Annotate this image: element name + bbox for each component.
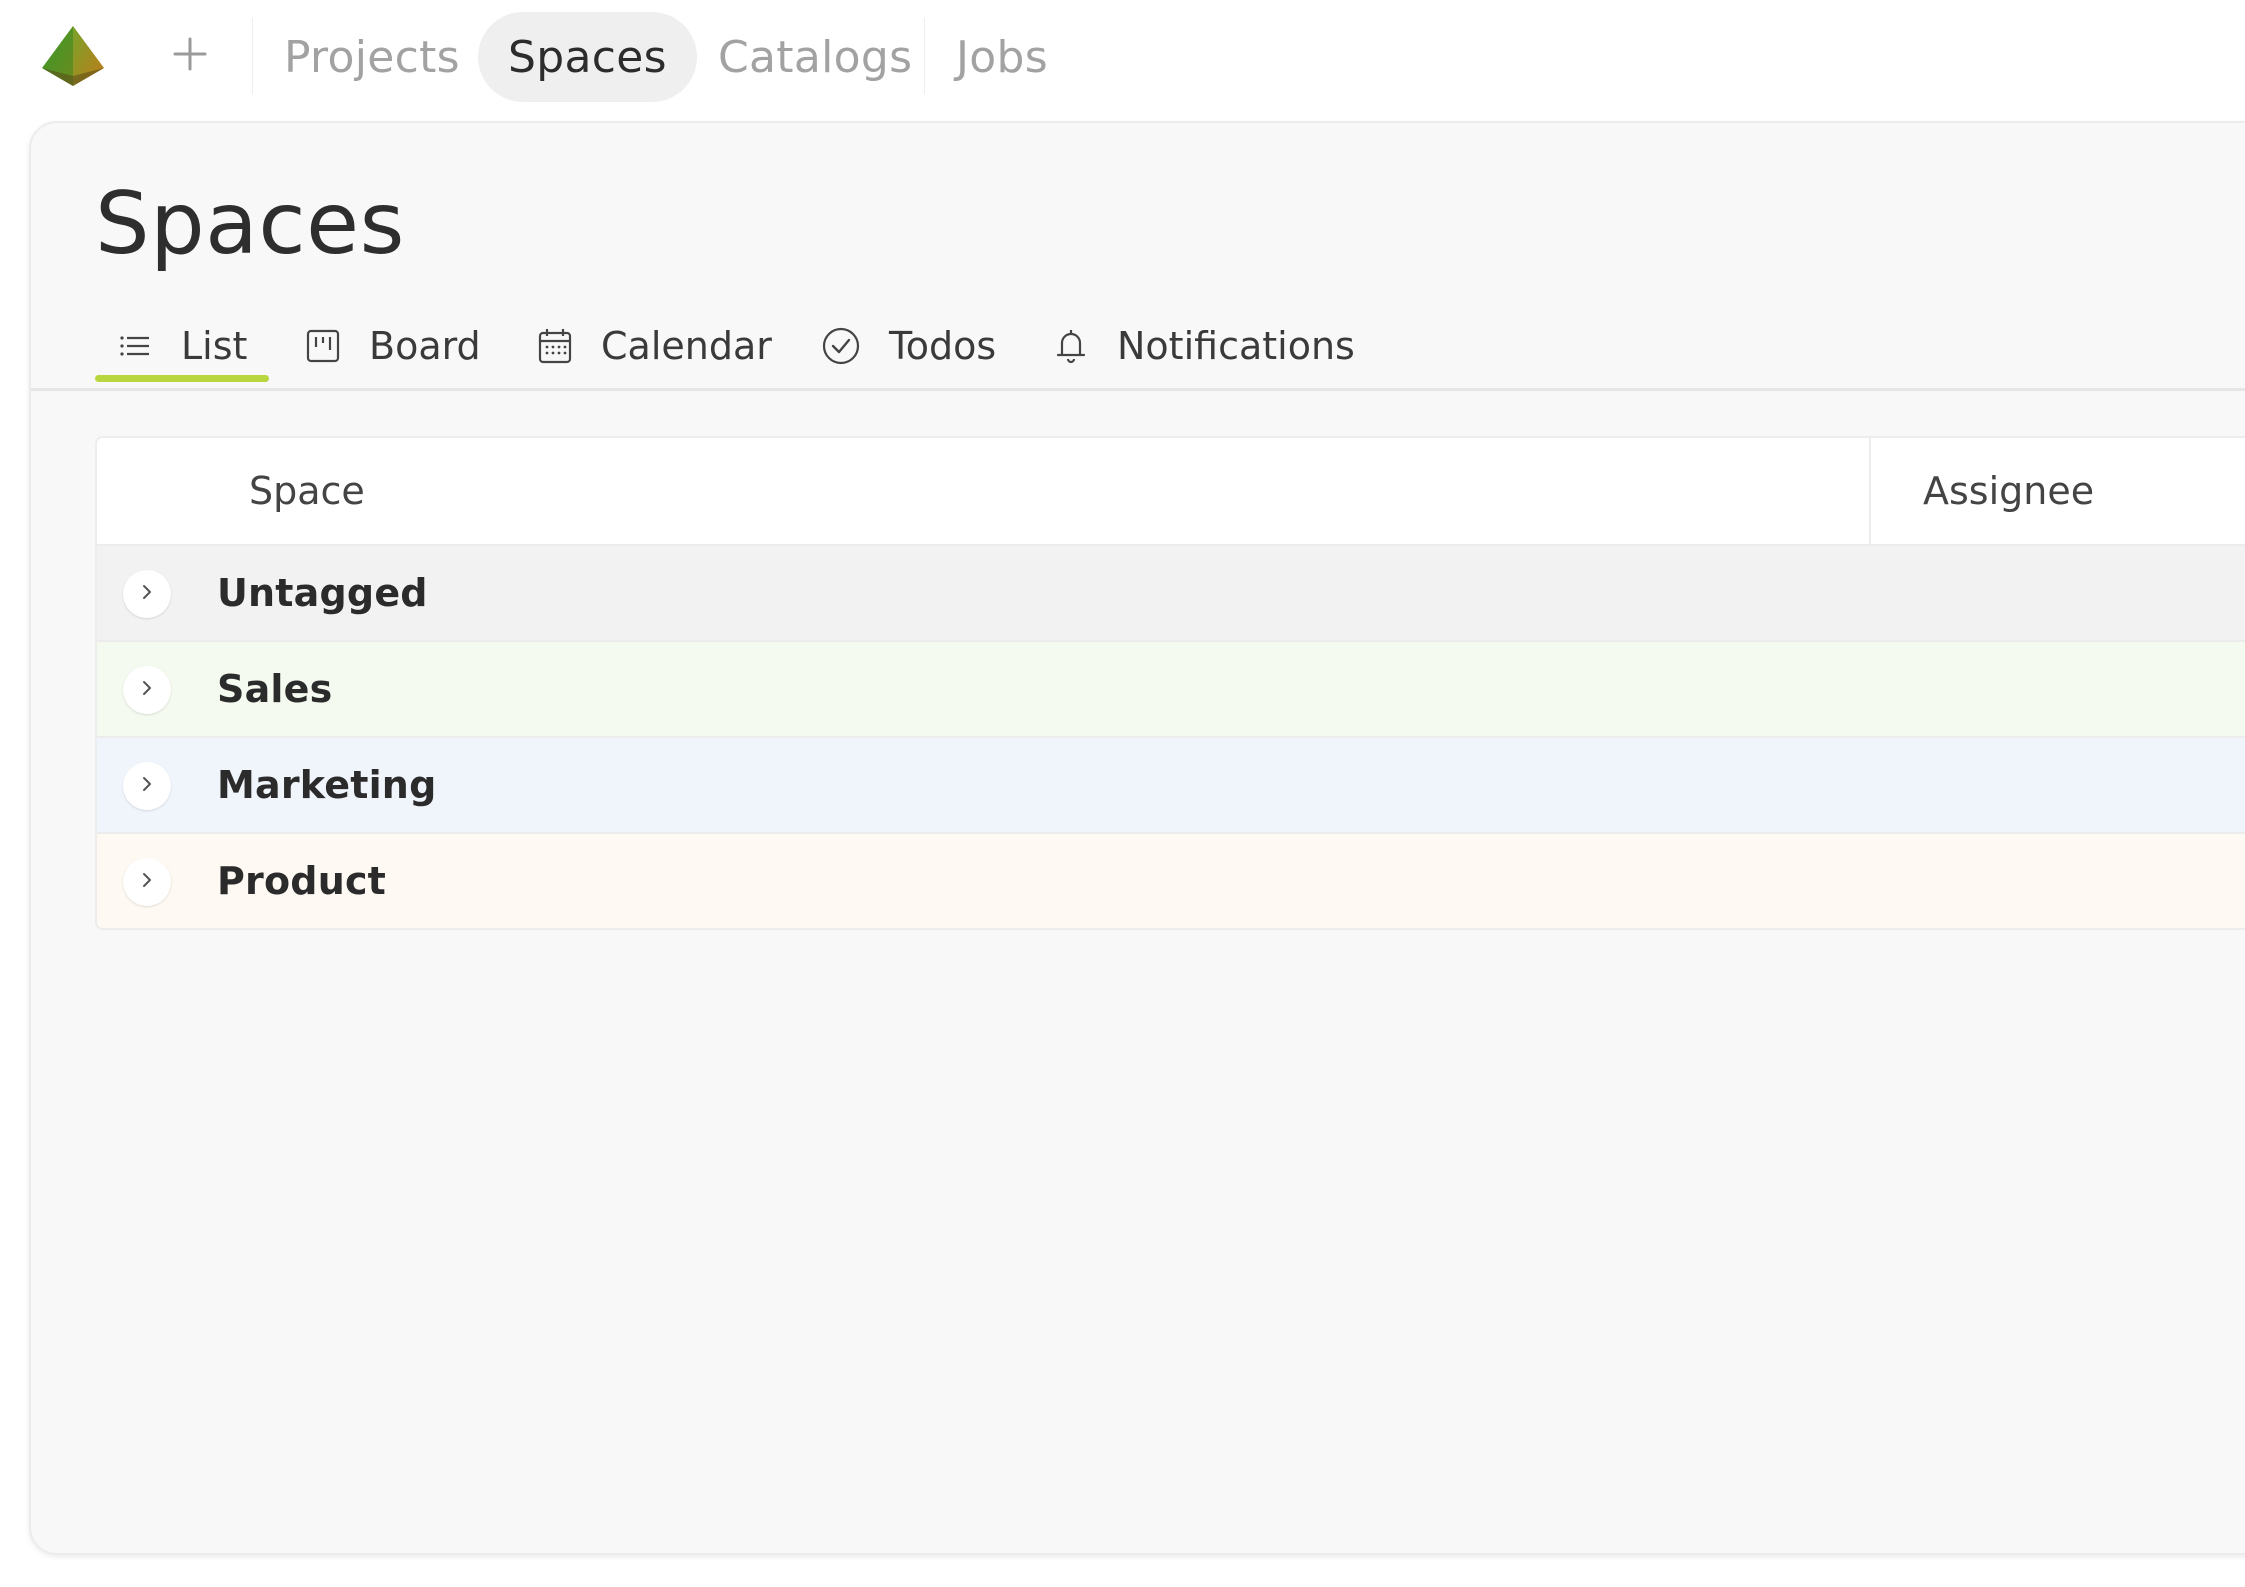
column-divider[interactable] <box>1869 438 1871 544</box>
view-tabs: List Board Calendar Todos Notifications <box>31 301 2245 391</box>
tab-board[interactable]: Board <box>305 301 481 391</box>
chevron-right-icon <box>138 679 156 701</box>
nav-item-label: Jobs <box>956 31 1048 83</box>
table-row[interactable]: Product <box>97 832 2245 928</box>
add-button[interactable] <box>160 26 220 86</box>
chevron-right-icon <box>138 775 156 797</box>
column-header-space[interactable]: Space <box>249 438 365 544</box>
nav-item-label: Spaces <box>508 31 667 83</box>
row-label: Sales <box>217 667 333 711</box>
page-title: Spaces <box>95 174 405 274</box>
table-row[interactable]: Marketing <box>97 736 2245 832</box>
nav-item-jobs[interactable]: Jobs <box>926 12 1078 102</box>
tab-notifications[interactable]: Notifications <box>1053 301 1355 391</box>
nav-divider <box>924 18 925 94</box>
table-row[interactable]: Untagged <box>97 544 2245 640</box>
nav-item-label: Projects <box>284 31 460 83</box>
tab-label: Board <box>369 324 481 368</box>
calendar-icon <box>537 327 573 365</box>
tab-label: List <box>181 324 248 368</box>
nav-item-catalogs[interactable]: Catalogs <box>688 12 942 102</box>
list-icon <box>117 328 153 364</box>
table-header: Space Assignee <box>97 438 2245 544</box>
tab-calendar[interactable]: Calendar <box>537 301 772 391</box>
nav-divider <box>252 18 253 94</box>
main-panel: Spaces List Board Calendar Todos Notific… <box>29 121 2245 1555</box>
tab-label: Notifications <box>1117 324 1355 368</box>
bell-icon <box>1053 326 1089 366</box>
nav-item-label: Catalogs <box>718 31 913 83</box>
pyramid-logo-icon[interactable] <box>40 24 106 88</box>
expand-button[interactable] <box>123 666 171 714</box>
tab-label: Todos <box>889 324 997 368</box>
row-label: Product <box>217 859 387 903</box>
tab-label: Calendar <box>601 324 772 368</box>
spaces-table: Space Assignee Untagged Sales Marketing … <box>95 436 2245 930</box>
active-tab-indicator <box>95 375 269 382</box>
plus-icon <box>171 35 209 77</box>
expand-button[interactable] <box>123 762 171 810</box>
expand-button[interactable] <box>123 570 171 618</box>
row-label: Untagged <box>217 571 428 615</box>
chevron-right-icon <box>138 583 156 605</box>
tab-todos[interactable]: Todos <box>821 301 996 391</box>
nav-item-projects[interactable]: Projects <box>254 12 490 102</box>
board-icon <box>305 328 341 364</box>
check-circle-icon <box>821 326 861 366</box>
chevron-right-icon <box>138 871 156 893</box>
top-navigation: Projects Spaces Catalogs Jobs <box>0 0 2245 115</box>
column-header-assignee[interactable]: Assignee <box>1923 438 2094 544</box>
nav-item-spaces[interactable]: Spaces <box>478 12 697 102</box>
row-label: Marketing <box>217 763 437 807</box>
expand-button[interactable] <box>123 858 171 906</box>
table-row[interactable]: Sales <box>97 640 2245 736</box>
